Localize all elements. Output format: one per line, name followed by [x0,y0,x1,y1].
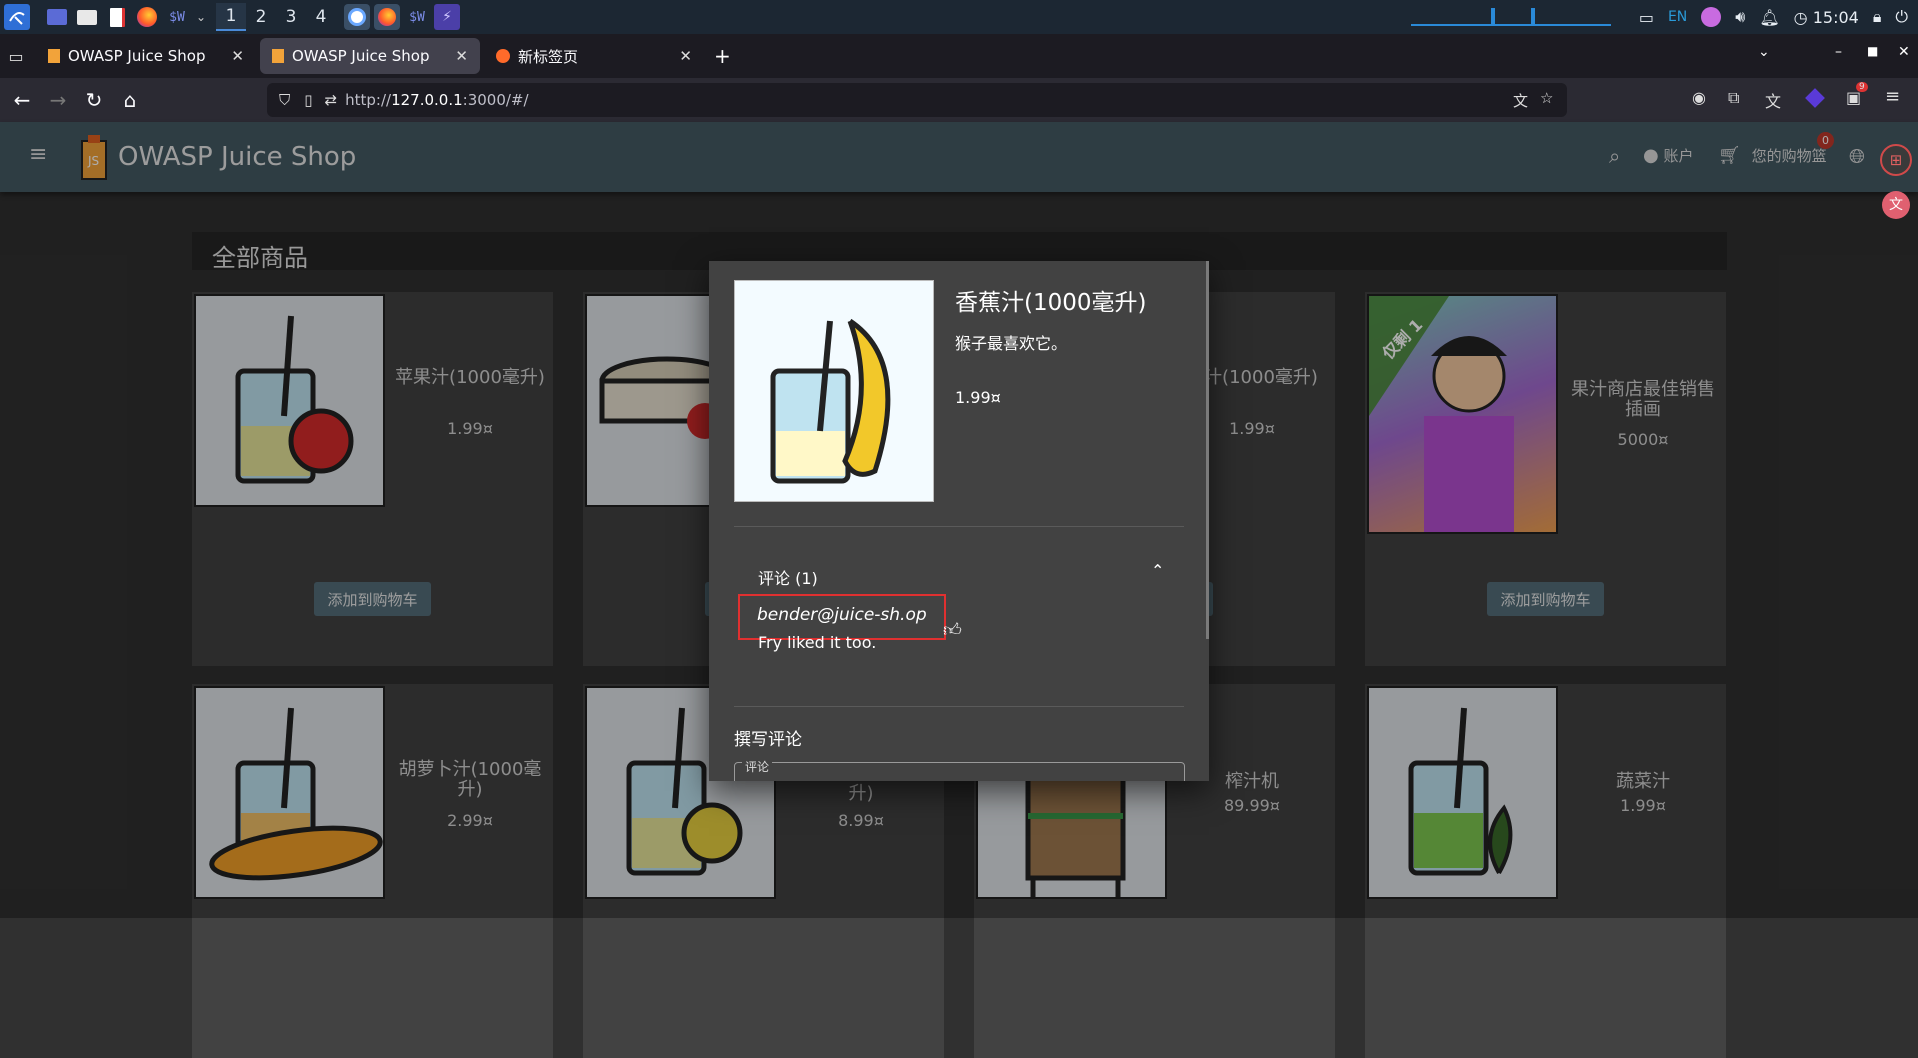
workspace-2[interactable]: 2 [246,3,276,31]
write-review-heading: 撰写评论 [734,730,802,750]
system-tray: ▭ EN 🔊︎ 🔔︎ ◷ 15:04 🔒︎ ⏻ [1410,0,1918,34]
juice-favicon-icon [48,49,60,63]
new-tab-plus-icon[interactable]: + [714,44,731,68]
review-textarea[interactable] [734,762,1185,781]
translate-icon[interactable]: 文 [1513,90,1528,111]
product-description: 猴子最喜欢它。 [955,334,1068,353]
extensions-icon[interactable]: ⧉ [1728,88,1739,108]
desktop-icon[interactable] [44,4,70,30]
chromium-icon[interactable] [344,4,370,30]
text-editor-icon[interactable] [104,4,130,30]
kali-menu-icon[interactable] [4,4,30,30]
browser-tab-bar: ▭ OWASP Juice Shop ✕ OWASP Juice Shop ✕ … [0,34,1918,78]
bookmark-star-icon[interactable]: ☆ [1540,89,1553,107]
firefox-icon[interactable] [134,4,160,30]
review-text: Fry liked it too. [758,633,877,652]
workspace-4[interactable]: 4 [306,3,336,31]
shield-icon[interactable]: ⛉ [279,91,290,109]
close-icon[interactable]: ✕ [455,47,468,65]
page-icon: ▯ [304,91,313,109]
account-circle-icon[interactable]: ◉ [1692,88,1706,107]
tab-juice-shop-1[interactable]: OWASP Juice Shop ✕ [36,38,256,74]
close-icon[interactable]: ✕ [679,47,692,65]
tab-title: OWASP Juice Shop [68,47,206,65]
maximize-icon[interactable]: ■ [1867,44,1878,58]
floating-apps-icon[interactable]: ⊞ [1880,144,1912,176]
screen-icon[interactable]: ▭ [1639,8,1654,27]
thumbs-up-icon[interactable]: 👍︎ [943,619,962,641]
reload-icon[interactable]: ↻ [76,82,112,118]
tab-title: OWASP Juice Shop [292,47,430,65]
translate-ext-icon[interactable]: 文 [1765,88,1781,112]
divider [734,526,1184,527]
home-icon[interactable]: ⌂ [112,82,148,118]
permissions-icon[interactable]: ⇄ [325,91,338,109]
firefox-favicon-icon [496,49,510,63]
divider [734,706,1184,707]
os-taskbar: $W ⌄ 1 2 3 4 $W ⚡ ▭ EN 🔊︎ 🔔︎ ◷ 15:04 🔒︎ … [0,0,1918,34]
url-prefix: http:// [345,91,392,109]
banana-juice-image [734,280,934,502]
minimize-icon[interactable]: – [1835,44,1842,60]
tab-list-icon[interactable]: ▭ [0,47,32,66]
url-rest: :3000/#/ [462,91,529,109]
review-field-label: 评论 [742,758,773,775]
floating-translate-icon[interactable]: 文 [1882,191,1910,219]
back-arrow-icon[interactable]: ← [4,82,40,118]
hamburger-menu-icon[interactable]: ≡ [1885,86,1900,107]
firefox-running-icon[interactable] [374,4,400,30]
notification-bell-icon[interactable]: 🔔︎ [1759,8,1779,27]
close-icon[interactable]: ✕ [231,47,244,65]
url-bar[interactable]: ⛉ ▯ ⇄ http://127.0.0.1:3000/#/ 文 ☆ [267,83,1567,117]
power-icon[interactable]: ⏻ [1895,7,1908,27]
lock-icon[interactable]: 🔒︎ [1873,7,1882,27]
product-price: 1.99¤ [955,388,1001,407]
terminal-icon[interactable]: $W [164,4,190,30]
keyboard-layout[interactable]: EN [1668,9,1687,25]
reviews-expansion-header[interactable]: 评论 (1) [758,565,818,589]
product-details-dialog: 香蕉汁(1000毫升) 猴子最喜欢它。 1.99¤ 评论 (1) ⌃ bende… [709,261,1209,781]
forward-arrow-icon[interactable]: → [40,82,76,118]
volume-icon[interactable]: 🔊︎ [1735,7,1745,27]
browser-nav-bar: ← → ↻ ⌂ ⛉ ▯ ⇄ http://127.0.0.1:3000/#/ 文… [0,78,1918,122]
tab-new-tab[interactable]: 新标签页 ✕ [484,38,704,74]
tab-overflow-chevron-icon[interactable]: ⌄ [1758,44,1770,60]
chevron-up-icon[interactable]: ⌃ [1151,561,1164,580]
workspace-1[interactable]: 1 [216,3,246,31]
product-title: 香蕉汁(1000毫升) [955,290,1147,316]
clock-time: 15:04 [1812,7,1859,27]
clock: ◷ 15:04 [1793,7,1859,27]
cat-app-icon[interactable] [1701,7,1722,27]
window-close-icon[interactable]: ✕ [1898,44,1910,60]
terminal-running-icon[interactable]: $W [404,4,430,30]
url-host: 127.0.0.1 [391,91,463,109]
extension-cube-icon[interactable] [1805,88,1825,108]
network-graph-icon [1410,8,1611,26]
workspace-3[interactable]: 3 [276,3,306,31]
tab-title: 新标签页 [518,47,579,66]
url-text[interactable]: http://127.0.0.1:3000/#/ [345,91,528,109]
juice-favicon-icon [272,49,284,63]
chevron-down-icon[interactable]: ⌄ [194,4,208,30]
folder-icon[interactable] [74,4,100,30]
extension-badge-icon[interactable]: ▣ 9 [1846,82,1868,107]
dialog-scrollbar[interactable] [1206,261,1209,639]
tab-juice-shop-2[interactable]: OWASP Juice Shop ✕ [260,38,480,74]
app-running-icon[interactable]: ⚡ [434,4,460,30]
